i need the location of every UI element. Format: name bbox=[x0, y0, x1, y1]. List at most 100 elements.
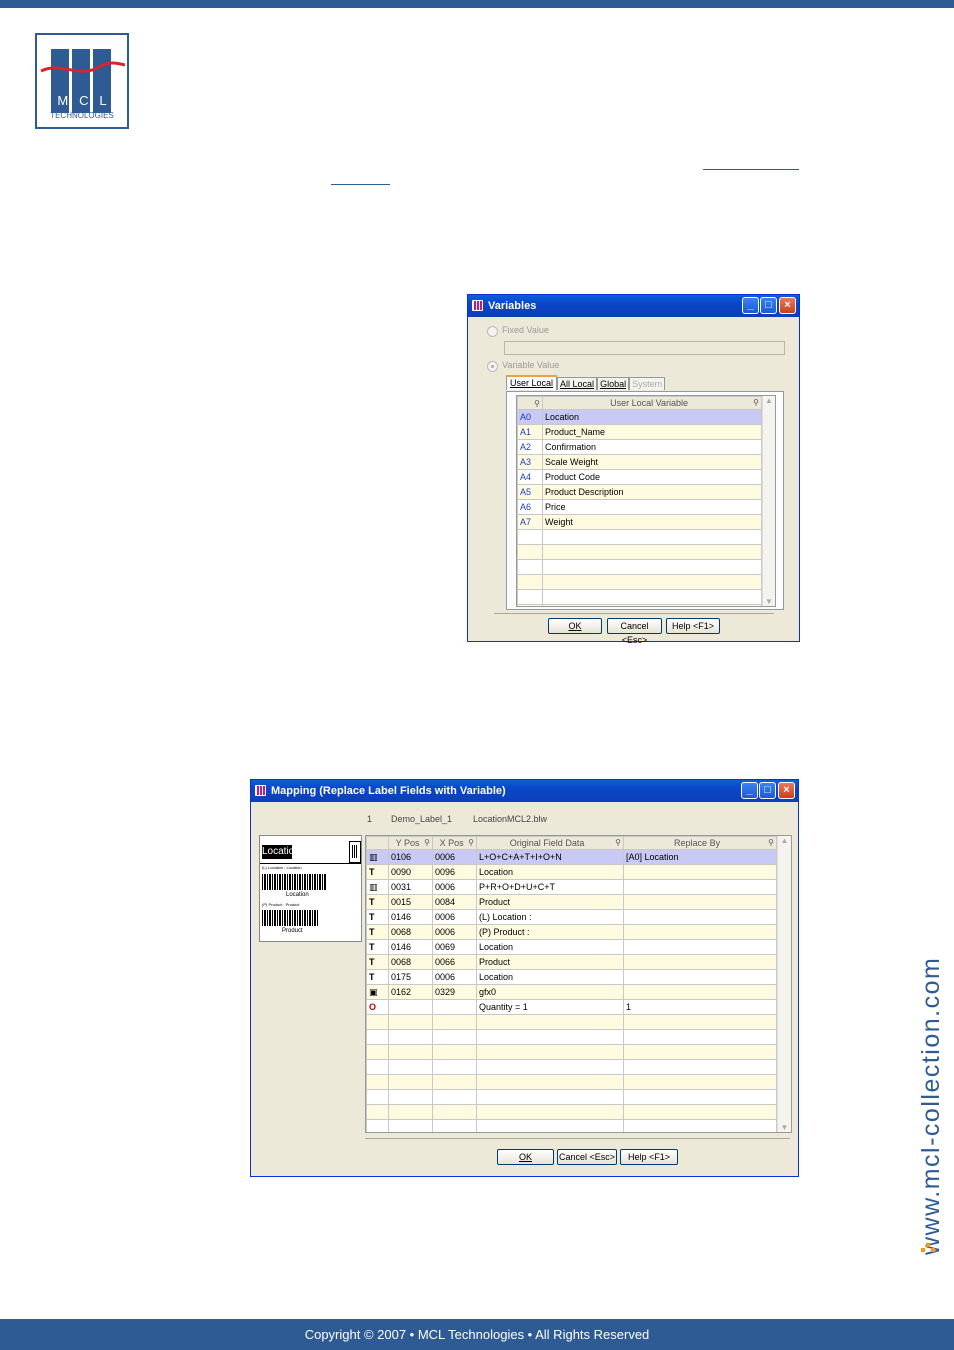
cancel-button[interactable]: Cancel <Esc> bbox=[607, 618, 662, 645]
table-row[interactable]: O Quantity = 11 bbox=[366, 999, 777, 1015]
table-row[interactable]: A1 Product_Name bbox=[517, 424, 762, 440]
cell-data: Quantity = 1 bbox=[476, 999, 624, 1015]
search-icon[interactable]: ⚲ bbox=[468, 838, 474, 847]
variable-code: A7 bbox=[517, 514, 543, 530]
table-row[interactable]: T 0068 0006 (P) Product : bbox=[366, 924, 777, 940]
search-icon[interactable]: ⚲ bbox=[615, 838, 621, 847]
vertical-scrollbar[interactable]: ▲ ▼ bbox=[762, 396, 775, 606]
table-row[interactable] bbox=[517, 544, 762, 560]
table-row[interactable]: A3 Scale Weight bbox=[517, 454, 762, 470]
grid-header-ypos[interactable]: Y Pos ⚲ bbox=[388, 836, 433, 850]
table-row[interactable] bbox=[517, 559, 762, 575]
variable-value-radio[interactable] bbox=[487, 361, 498, 372]
table-row[interactable] bbox=[366, 1014, 777, 1030]
hyperlink-underline[interactable] bbox=[703, 169, 799, 170]
empty-cell bbox=[366, 1029, 389, 1045]
table-row[interactable] bbox=[366, 1104, 777, 1120]
table-row[interactable] bbox=[517, 589, 762, 605]
tab-system[interactable]: System bbox=[629, 377, 666, 390]
cell-data: (P) Product : bbox=[476, 924, 624, 940]
cell-replace bbox=[623, 924, 777, 940]
table-row[interactable]: ▥ 0106 0006 L+O+C+A+T+I+O+N [A0] Location bbox=[366, 849, 777, 865]
hyperlink-underline[interactable] bbox=[331, 184, 390, 185]
grid-header-original[interactable]: Original Field Data ⚲ bbox=[476, 836, 624, 850]
cell-x bbox=[432, 999, 477, 1015]
table-row[interactable]: ▣ 0162 0329 gfx0 bbox=[366, 984, 777, 1000]
empty-cell bbox=[366, 1044, 389, 1060]
table-row[interactable] bbox=[517, 529, 762, 545]
close-icon[interactable]: × bbox=[778, 782, 795, 799]
table-row[interactable]: T 0015 0084 Product bbox=[366, 894, 777, 910]
table-row[interactable] bbox=[517, 604, 762, 606]
table-row[interactable]: A6 Price bbox=[517, 499, 762, 515]
text-icon: T bbox=[366, 939, 389, 955]
close-icon[interactable]: × bbox=[779, 297, 796, 314]
table-row[interactable]: A2 Confirmation bbox=[517, 439, 762, 455]
cell-data bbox=[476, 1119, 624, 1132]
mapping-title-bar[interactable]: Mapping (Replace Label Fields with Varia… bbox=[251, 780, 798, 802]
tab-user-local[interactable]: User Local bbox=[506, 375, 558, 390]
search-icon[interactable]: ⚲ bbox=[768, 838, 774, 847]
tab-global[interactable]: Global bbox=[597, 377, 630, 390]
help-button[interactable]: Help <F1> bbox=[666, 618, 720, 634]
table-row[interactable]: A5 Product Description bbox=[517, 484, 762, 500]
table-row[interactable] bbox=[517, 574, 762, 590]
maximize-icon[interactable]: □ bbox=[760, 297, 777, 314]
table-row[interactable]: T 0146 0069 Location bbox=[366, 939, 777, 955]
table-row[interactable]: T 0175 0006 Location bbox=[366, 969, 777, 985]
barcode-icon: ▥ bbox=[366, 849, 389, 865]
cell-y bbox=[388, 999, 433, 1015]
grid-header-xpos[interactable]: X Pos ⚲ bbox=[432, 836, 477, 850]
variable-tabs: User Local All Local Global System bbox=[506, 375, 666, 390]
table-row[interactable]: T 0090 0096 Location bbox=[366, 864, 777, 880]
ok-button[interactable]: OK bbox=[548, 618, 602, 634]
table-row[interactable] bbox=[366, 1089, 777, 1105]
cell-x bbox=[432, 1014, 477, 1030]
tab-all-local[interactable]: All Local bbox=[557, 377, 598, 390]
table-row[interactable]: A0 Location bbox=[517, 409, 762, 425]
cell-replace bbox=[623, 1074, 777, 1090]
variable-name bbox=[542, 589, 762, 605]
cell-data bbox=[476, 1074, 624, 1090]
help-button[interactable]: Help <F1> bbox=[620, 1149, 678, 1165]
table-row[interactable] bbox=[366, 1059, 777, 1075]
search-icon[interactable]: ⚲ bbox=[753, 398, 759, 407]
table-row[interactable]: A7 Weight bbox=[517, 514, 762, 530]
variable-name bbox=[542, 529, 762, 545]
cell-y bbox=[388, 1104, 433, 1120]
cell-y: 0031 bbox=[388, 879, 433, 895]
minimize-icon[interactable]: _ bbox=[742, 297, 759, 314]
table-row[interactable]: ▥ 0031 0006 P+R+O+D+U+C+T bbox=[366, 879, 777, 895]
table-row[interactable] bbox=[366, 1074, 777, 1090]
variable-value-label: Variable Value bbox=[502, 360, 560, 370]
fixed-value-radio[interactable] bbox=[487, 326, 498, 337]
fixed-value-input[interactable] bbox=[504, 341, 785, 355]
maximize-icon[interactable]: □ bbox=[759, 782, 776, 799]
table-row[interactable] bbox=[366, 1044, 777, 1060]
table-row[interactable]: T 0146 0006 (L) Location : bbox=[366, 909, 777, 925]
grid-header-code[interactable]: ⚲ bbox=[517, 396, 543, 410]
variable-name: Location bbox=[542, 409, 762, 425]
grid-header-variable[interactable]: User Local Variable ⚲ bbox=[542, 396, 762, 410]
variables-title-bar[interactable]: Variables _ □ × bbox=[468, 295, 799, 317]
minimize-icon[interactable]: _ bbox=[741, 782, 758, 799]
table-row[interactable]: T 0068 0066 Product bbox=[366, 954, 777, 970]
cell-y: 0146 bbox=[388, 909, 433, 925]
grid-header-type[interactable] bbox=[366, 836, 389, 850]
search-icon[interactable]: ⚲ bbox=[424, 838, 430, 847]
table-row[interactable]: A4 Product Code bbox=[517, 469, 762, 485]
cancel-button[interactable]: Cancel <Esc> bbox=[557, 1149, 617, 1165]
cell-y bbox=[388, 1074, 433, 1090]
vertical-scrollbar[interactable]: ▲ ▼ bbox=[777, 836, 791, 1132]
text-icon: T bbox=[366, 969, 389, 985]
grid-header-replace[interactable]: Replace By ⚲ bbox=[623, 836, 777, 850]
variable-name bbox=[542, 559, 762, 575]
table-row[interactable] bbox=[366, 1029, 777, 1045]
preview-barcode bbox=[262, 910, 318, 926]
cell-y: 0106 bbox=[388, 849, 433, 865]
variable-code: A0 bbox=[517, 409, 543, 425]
label-index: 1 bbox=[367, 814, 373, 824]
ok-button[interactable]: OK bbox=[497, 1149, 554, 1165]
search-icon[interactable]: ⚲ bbox=[534, 399, 540, 408]
table-row[interactable] bbox=[366, 1119, 777, 1132]
